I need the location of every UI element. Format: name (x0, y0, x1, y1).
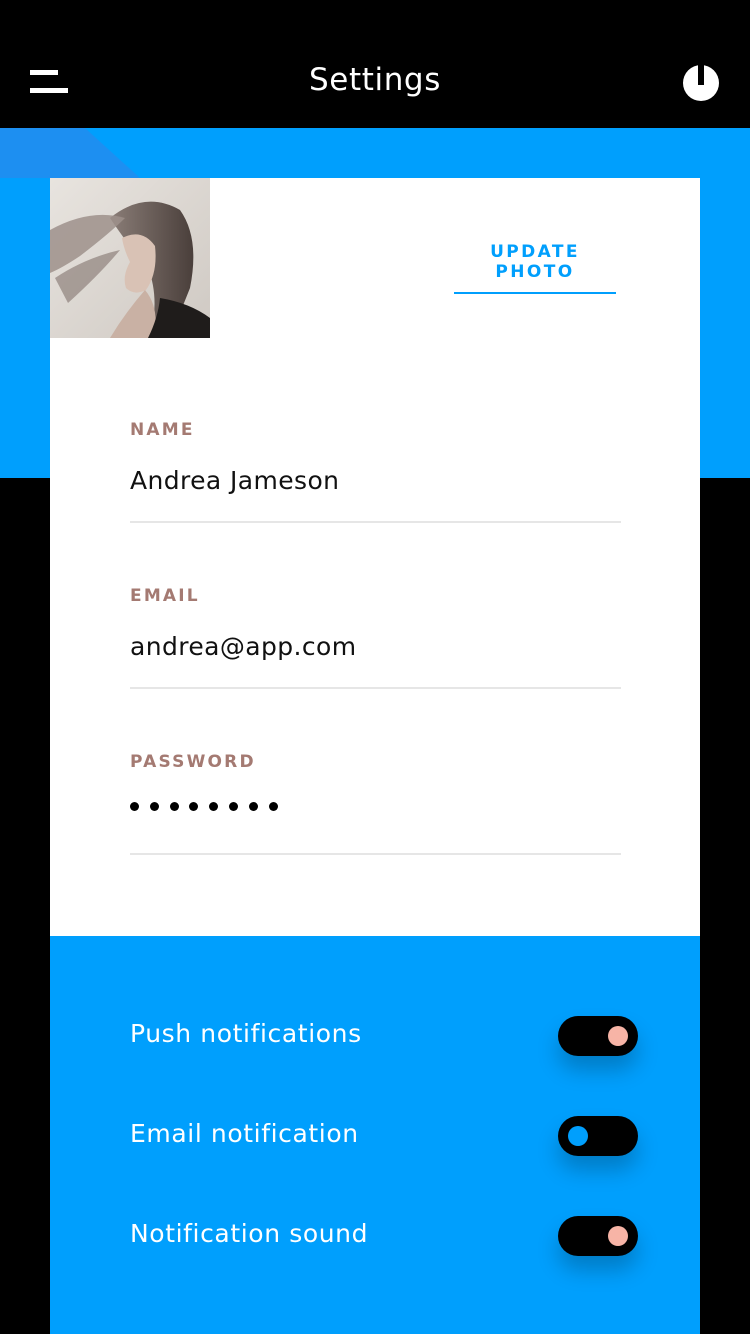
avatar-image (50, 178, 210, 338)
password-dot (248, 802, 258, 811)
push-notifications-toggle[interactable] (558, 1016, 638, 1056)
password-dot (209, 802, 219, 811)
name-value[interactable]: Andrea Jameson (130, 466, 339, 495)
toggle-knob (568, 1126, 588, 1146)
toggle-knob (608, 1026, 628, 1046)
update-photo-button[interactable]: UPDATE PHOTO (454, 242, 616, 294)
push-notifications-row: Push notifications (50, 1006, 700, 1066)
password-dot (228, 802, 238, 811)
password-field[interactable]: PASSWORD (130, 752, 621, 855)
password-dot (169, 802, 179, 811)
password-dot (189, 802, 199, 811)
header-bar: Settings (0, 0, 750, 128)
name-field[interactable]: NAME Andrea Jameson (130, 420, 621, 523)
toggle-knob (608, 1226, 628, 1246)
avatar (50, 178, 210, 338)
password-dot (149, 802, 159, 811)
power-icon-stem (698, 65, 704, 85)
password-value[interactable] (130, 802, 288, 811)
password-dot (268, 802, 278, 811)
email-notification-label: Email notification (130, 1119, 359, 1148)
power-icon[interactable] (683, 65, 719, 101)
password-label: PASSWORD (130, 752, 256, 772)
email-field[interactable]: EMAIL andrea@app.com (130, 586, 621, 689)
push-notifications-label: Push notifications (130, 1019, 362, 1048)
notification-sound-toggle[interactable] (558, 1216, 638, 1256)
profile-card: UPDATE PHOTO NAME Andrea Jameson EMAIL a… (50, 178, 700, 936)
name-label: NAME (130, 420, 195, 440)
notification-sound-row: Notification sound (50, 1206, 700, 1266)
email-value[interactable]: andrea@app.com (130, 632, 356, 661)
password-dot (130, 802, 139, 811)
notifications-panel: Push notifications Email notification No… (50, 936, 700, 1334)
page-title: Settings (309, 62, 441, 98)
email-notification-row: Email notification (50, 1106, 700, 1166)
email-label: EMAIL (130, 586, 200, 606)
notification-sound-label: Notification sound (130, 1219, 369, 1248)
email-notification-toggle[interactable] (558, 1116, 638, 1156)
